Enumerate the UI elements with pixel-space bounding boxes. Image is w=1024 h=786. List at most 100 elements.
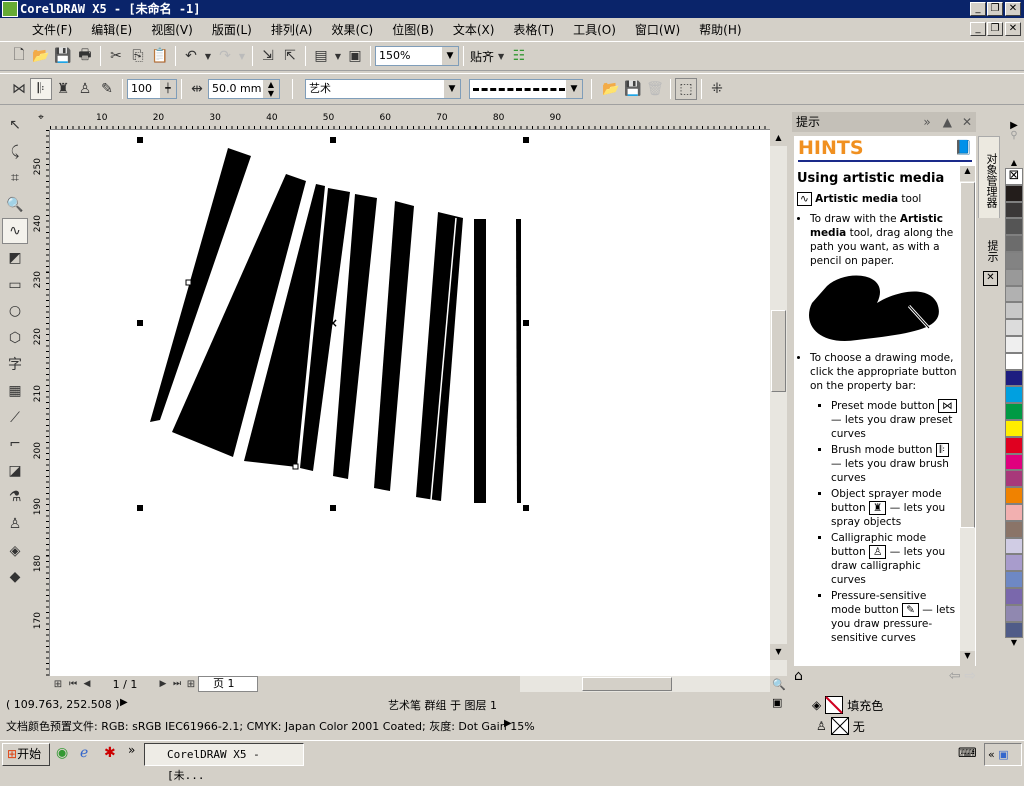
color-swatch[interactable] xyxy=(1005,571,1023,588)
media-player-icon[interactable]: ◉ xyxy=(56,745,68,761)
copy-icon[interactable]: ⎘ xyxy=(127,45,149,67)
shape-tool-icon[interactable]: ⤹ xyxy=(2,139,28,165)
bounding-box-icon[interactable]: ⁜ xyxy=(706,78,728,100)
menu-help[interactable]: 帮助(H) xyxy=(699,21,741,38)
zoom-select[interactable]: 150% ▼ xyxy=(375,46,459,66)
eyedropper-icon[interactable]: ⚲ xyxy=(1004,130,1024,150)
text-tool-icon[interactable]: 字 xyxy=(2,351,28,377)
crop-tool-icon[interactable]: ⌗ xyxy=(2,165,28,191)
eyedropper-tool-icon[interactable]: ⚗ xyxy=(2,484,28,510)
horizontal-scrollbar[interactable] xyxy=(520,676,770,692)
color-swatch[interactable] xyxy=(1005,537,1023,555)
scroll-up-button[interactable]: ▲ xyxy=(960,166,975,181)
menu-arrange[interactable]: 排列(A) xyxy=(271,21,313,38)
calligraphic-mode-icon[interactable]: ♙ xyxy=(74,78,96,100)
open-folder-icon[interactable]: 📂 xyxy=(600,78,622,100)
redo-icon[interactable]: ↷ xyxy=(214,45,236,67)
outline-tool-icon[interactable]: ♙ xyxy=(2,511,28,537)
zoom-navigator-icon[interactable]: 🔍 xyxy=(772,678,786,691)
undo-icon[interactable]: ↶ xyxy=(180,45,202,67)
color-swatch[interactable] xyxy=(1005,453,1023,471)
scroll-down-button[interactable]: ▼ xyxy=(960,651,975,666)
snap-to-button[interactable]: 贴齐 xyxy=(470,48,494,65)
color-swatch[interactable] xyxy=(1005,184,1023,202)
color-swatch[interactable] xyxy=(1005,285,1023,303)
polygon-tool-icon[interactable]: ⬡ xyxy=(2,325,28,351)
minimize-icon[interactable]: ▲ xyxy=(943,112,952,132)
pressure-mode-icon[interactable]: ✎ xyxy=(96,78,118,100)
options-icon[interactable]: ☷ xyxy=(508,45,530,67)
menu-bitmaps[interactable]: 位图(B) xyxy=(392,21,434,38)
horizontal-ruler[interactable]: 10 20 30 40 50 60 70 80 90 xyxy=(50,112,770,130)
hints-scrollbar[interactable]: ▲ ▼ xyxy=(960,166,975,666)
connector-tool-icon[interactable]: ⌐ xyxy=(2,431,28,457)
color-swatch[interactable] xyxy=(1005,369,1023,387)
import-icon[interactable]: ⇲ xyxy=(257,45,279,67)
expand-tray-icon[interactable]: « xyxy=(988,748,995,761)
ie-icon[interactable]: ℯ xyxy=(80,745,88,761)
minimize-button[interactable]: _ xyxy=(970,2,986,16)
blend-tool-icon[interactable]: ◪ xyxy=(2,458,28,484)
color-swatch[interactable] xyxy=(1005,352,1023,370)
table-tool-icon[interactable]: ▦ xyxy=(2,378,28,404)
save-icon[interactable]: 💾 xyxy=(52,45,74,67)
color-swatch[interactable] xyxy=(1005,251,1023,269)
color-swatch[interactable] xyxy=(1005,235,1023,252)
color-swatch[interactable] xyxy=(1005,419,1023,437)
chevron-down-icon[interactable]: ▼ xyxy=(442,47,458,65)
sprayer-mode-icon[interactable]: ♜ xyxy=(52,78,74,100)
chevron-down-icon[interactable]: ▼ xyxy=(566,80,582,98)
color-swatch[interactable] xyxy=(1005,386,1023,404)
preset-mode-icon[interactable]: ⋈ xyxy=(8,78,30,100)
stroke-style-select[interactable]: ▼ xyxy=(469,79,583,99)
color-swatch[interactable] xyxy=(1005,268,1023,286)
page-tab[interactable]: 页 1 xyxy=(198,676,258,692)
color-proof-icon[interactable]: ▣ xyxy=(772,696,782,709)
print-icon[interactable]: 🖶 xyxy=(74,45,96,67)
app-quicklaunch-icon[interactable]: ✱ xyxy=(104,745,116,761)
palette-scroll-up-icon[interactable]: ▲ xyxy=(1004,150,1024,168)
vertical-scrollbar[interactable]: ▲ ▼ xyxy=(770,130,787,676)
spinner-icon[interactable]: ▲ ▼ xyxy=(263,80,279,98)
scroll-up-button[interactable]: ▲ xyxy=(770,130,787,146)
color-swatch[interactable] xyxy=(1005,587,1023,605)
scroll-down-button[interactable]: ▼ xyxy=(770,644,787,660)
menu-tools[interactable]: 工具(O) xyxy=(573,21,616,38)
color-swatch[interactable] xyxy=(1005,503,1023,521)
color-swatch[interactable] xyxy=(1005,218,1023,236)
outline-indicator[interactable]: ♙ 无 xyxy=(816,717,865,735)
artwork[interactable]: × xyxy=(50,130,770,676)
color-swatch[interactable] xyxy=(1005,201,1023,219)
object-scale-icon[interactable]: ⬚ xyxy=(675,78,697,100)
close-icon[interactable]: ✕ xyxy=(962,112,972,132)
keyboard-icon[interactable]: ⌨ xyxy=(958,746,977,761)
color-profile[interactable]: 文档颜色预置文件: RGB: sRGB IEC61966-2.1; CMYK: … xyxy=(6,718,535,734)
color-swatch[interactable] xyxy=(1005,335,1023,353)
doc-restore-button[interactable]: ❐ xyxy=(987,22,1003,36)
redo-dropdown-icon[interactable]: ▼ xyxy=(236,45,248,67)
delete-icon[interactable]: 🗑 xyxy=(644,78,666,100)
color-swatch[interactable] xyxy=(1005,604,1023,622)
pick-tool-icon[interactable]: ↖ xyxy=(2,112,28,138)
palette-menu-icon[interactable]: ▶ xyxy=(1004,112,1024,131)
no-color-swatch[interactable]: ⊠ xyxy=(1005,168,1023,185)
interactive-fill-tool-icon[interactable]: ◆ xyxy=(2,564,28,590)
fill-tool-icon[interactable]: ◈ xyxy=(2,538,28,564)
scroll-thumb[interactable] xyxy=(960,182,975,528)
ruler-origin-icon[interactable]: ⌖ xyxy=(32,112,50,130)
stroke-width-input[interactable]: 50.0 mm ▲ ▼ xyxy=(208,79,280,99)
close-tab-icon[interactable]: ✕ xyxy=(983,271,998,286)
new-icon[interactable]: 🗋 xyxy=(8,45,30,67)
color-swatch[interactable] xyxy=(1005,436,1023,454)
rectangle-tool-icon[interactable]: ▭ xyxy=(2,272,28,298)
artistic-media-tool-icon[interactable]: ∿ xyxy=(2,218,28,245)
brush-mode-icon[interactable]: 𝄆 xyxy=(30,78,52,100)
color-swatch[interactable] xyxy=(1005,487,1023,504)
zoom-tool-icon[interactable]: 🔍 xyxy=(2,192,28,218)
menu-layout[interactable]: 版面(L) xyxy=(212,21,252,38)
drawing-canvas[interactable]: × xyxy=(50,130,770,676)
menu-window[interactable]: 窗口(W) xyxy=(635,21,680,38)
paste-icon[interactable]: 📋 xyxy=(149,45,171,67)
open-icon[interactable]: 📂 xyxy=(30,45,52,67)
color-swatch[interactable] xyxy=(1005,621,1023,639)
